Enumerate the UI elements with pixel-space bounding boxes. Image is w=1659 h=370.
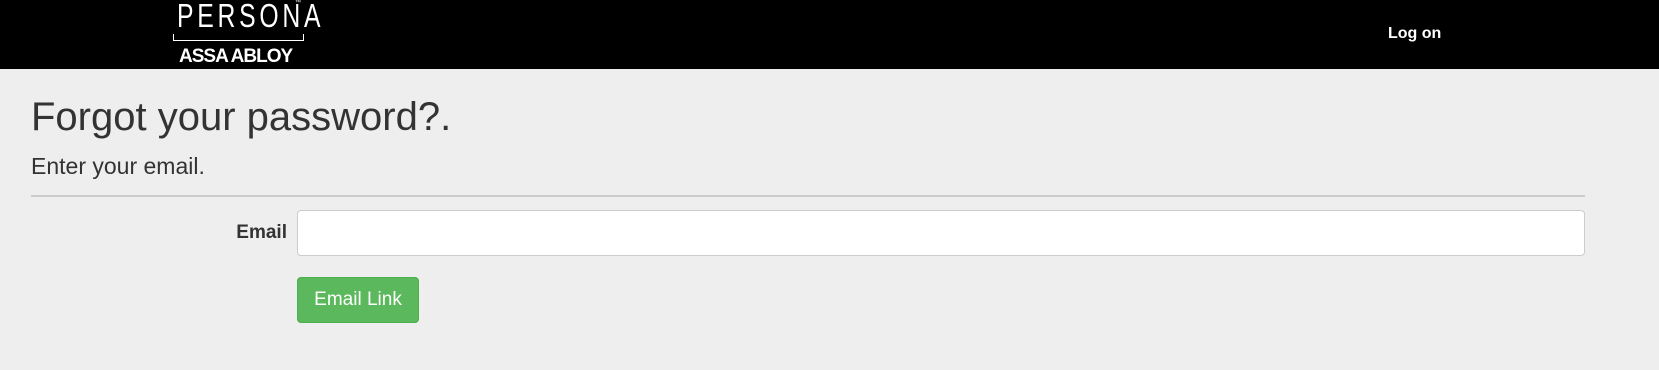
email-link-button[interactable]: Email Link xyxy=(297,277,419,323)
logo-rule xyxy=(173,40,304,41)
logo-company-text: ASSA ABLOY xyxy=(179,46,293,67)
email-label: Email xyxy=(236,222,287,243)
logo-brand-text: PERSONA xyxy=(177,0,325,34)
page-title: Forgot your password?. xyxy=(31,95,452,139)
persona-assa-abloy-logo[interactable]: PERSONA ™ ASSA ABLOY xyxy=(173,0,321,69)
page-subtitle: Enter your email. xyxy=(31,153,205,179)
log-on-link[interactable]: Log on xyxy=(1388,24,1441,44)
logo-trademark: ™ xyxy=(295,0,301,6)
section-divider xyxy=(31,195,1585,197)
email-input[interactable] xyxy=(297,210,1585,256)
top-navbar: PERSONA ™ ASSA ABLOY Log on xyxy=(0,0,1659,69)
logo-rule-right xyxy=(303,34,304,41)
